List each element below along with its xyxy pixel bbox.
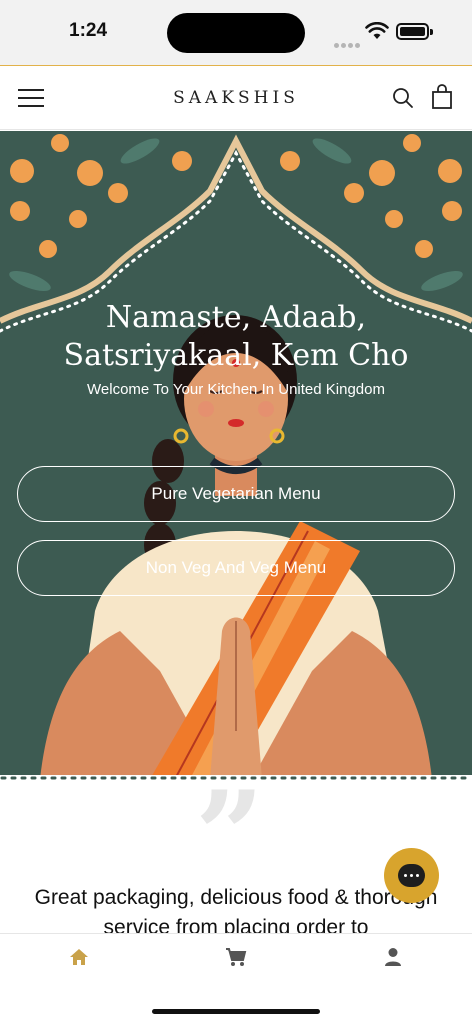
dynamic-island xyxy=(167,13,305,53)
search-icon[interactable] xyxy=(391,86,415,110)
chat-icon[interactable] xyxy=(384,848,439,903)
home-icon[interactable] xyxy=(64,944,94,970)
signal-icon xyxy=(334,35,362,53)
chat-bubble-icon xyxy=(398,864,425,887)
home-indicator xyxy=(152,1009,320,1014)
hero-title: Namaste, Adaab, Satsriyakaal, Kem Cho xyxy=(63,300,409,373)
cart-icon[interactable] xyxy=(221,944,251,970)
status-bar: 1:24 xyxy=(0,0,472,66)
non-veg-and-veg-menu-button[interactable]: Non Veg And Veg Menu xyxy=(17,540,455,596)
status-time: 1:24 xyxy=(69,20,108,41)
account-icon[interactable] xyxy=(378,944,408,970)
shopping-bag-icon[interactable] xyxy=(430,84,454,110)
battery-icon xyxy=(396,23,433,40)
hero-banner: Namaste, Adaab, Satsriyakaal, Kem Cho We… xyxy=(0,131,472,779)
pure-vegetarian-menu-button[interactable]: Pure Vegetarian Menu xyxy=(17,466,455,522)
wifi-icon xyxy=(365,22,389,39)
site-header: SAAKSHIS xyxy=(0,67,472,130)
hero-subtitle: Welcome To Your Kitchen In United Kingdo… xyxy=(87,381,385,398)
quote-icon: ” xyxy=(195,781,265,906)
hero-illustration xyxy=(0,134,472,779)
